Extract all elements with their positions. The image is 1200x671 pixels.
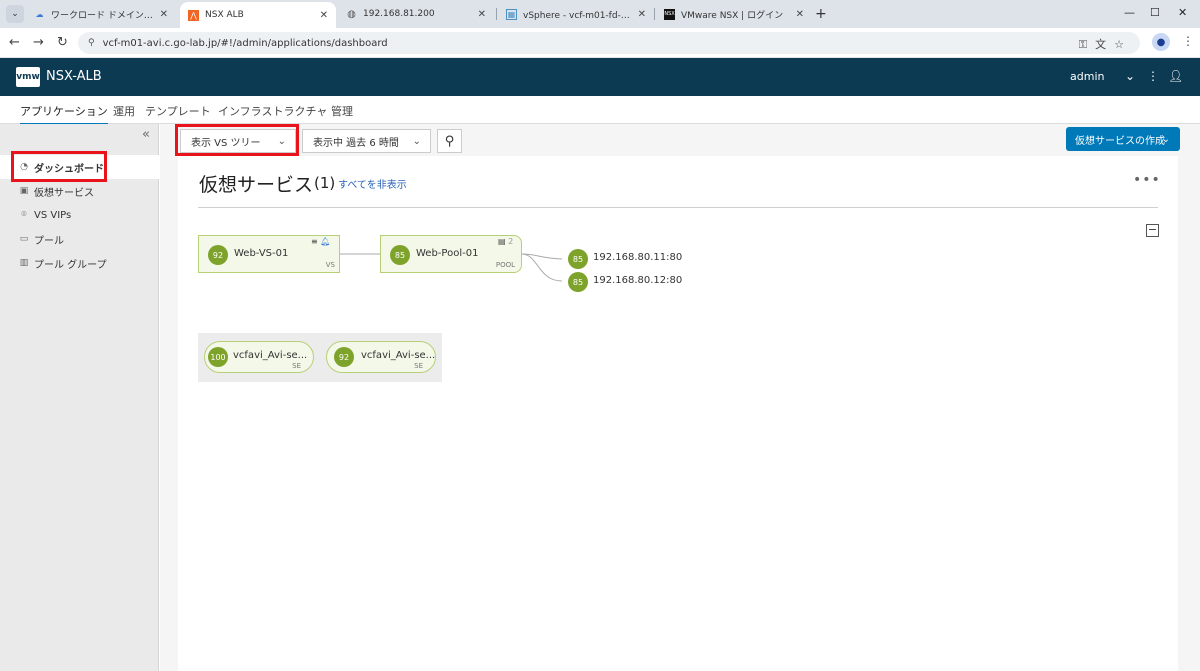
tab-search-icon[interactable]: ⌄ bbox=[6, 5, 24, 23]
server-ip[interactable]: 192.168.80.12:80 bbox=[593, 275, 682, 286]
chevron-down-icon[interactable]: ⌄ bbox=[1125, 69, 1135, 83]
chevron-down-icon: ⌄ bbox=[412, 135, 421, 147]
tab-close-icon[interactable]: ✕ bbox=[796, 9, 804, 20]
node-type-label: VS bbox=[325, 261, 335, 269]
highlight-box-dashboard bbox=[11, 151, 107, 182]
pool-icon: ▭ bbox=[19, 234, 29, 244]
health-score-badge: 85 bbox=[390, 245, 410, 265]
vs-name: Web-VS-01 bbox=[234, 248, 289, 259]
app-header: vmw NSX-ALB admin ⌄ ⋮ 👤︎ bbox=[0, 58, 1200, 96]
maximize-icon[interactable]: ☐ bbox=[1150, 6, 1160, 19]
tab-separator bbox=[654, 8, 655, 20]
browser-tab-vmware-nsx[interactable]: NSX VMware NSX | ログイン ✕ bbox=[656, 0, 812, 28]
highlight-box-view-select bbox=[175, 124, 299, 156]
health-score-badge: 92 bbox=[208, 245, 228, 265]
nsx-alb-favicon-icon: ⋀ bbox=[188, 9, 199, 21]
app-title: NSX-ALB bbox=[46, 69, 102, 84]
site-info-icon[interactable]: ⚲ bbox=[88, 38, 95, 48]
pool-group-icon: ▥ bbox=[19, 258, 29, 268]
create-virtual-service-button[interactable]: 仮想サービスの作成 ⌄ bbox=[1066, 127, 1180, 151]
more-vertical-icon[interactable]: ⋮ bbox=[1147, 69, 1159, 83]
health-score-badge: 100 bbox=[208, 347, 228, 367]
node-type-label: SE bbox=[414, 362, 423, 370]
location-pin-icon: ⌾ bbox=[21, 210, 27, 220]
browser-tab-ip[interactable]: ◍ 192.168.81.200 ✕ bbox=[338, 0, 494, 28]
sidebar: « ◔ ダッシュボード ▣ 仮想サービス ⌾ VS VIPs ▭ プール ▥ プ… bbox=[0, 124, 159, 671]
service-engine-area: 100 vcfavi_Avi-se... SE 92 vcfavi_Avi-se… bbox=[198, 333, 442, 382]
user-icon[interactable]: 👤︎ bbox=[1168, 69, 1183, 83]
pool-name: Web-Pool-01 bbox=[416, 248, 479, 259]
forward-icon[interactable]: → bbox=[33, 35, 44, 50]
browser-tab-vsphere[interactable]: ▦ vSphere - vcf-m01-fd-avi-se - 仮 ✕ bbox=[498, 0, 654, 28]
health-score-badge: 92 bbox=[334, 347, 354, 367]
server-health-badge[interactable]: 85 bbox=[568, 249, 588, 269]
nav-infrastructure[interactable]: インフラストラクチャ bbox=[218, 103, 327, 119]
sidebar-item-pool-groups[interactable]: ▥ プール グループ bbox=[0, 251, 159, 275]
se-name: vcfavi_Avi-se... bbox=[361, 350, 436, 361]
search-button[interactable]: ⚲ bbox=[437, 129, 462, 153]
search-icon: ⚲ bbox=[444, 133, 455, 149]
vs-node-web-vs-01[interactable]: 92 Web-VS-01 ≡ 🔔︎ VS bbox=[198, 235, 340, 273]
cloud-icon: ☁ bbox=[35, 9, 44, 19]
se-name: vcfavi_Avi-se... bbox=[233, 350, 308, 361]
nav-applications[interactable]: アプリケーション bbox=[20, 103, 108, 126]
collapse-sidebar-icon[interactable]: « bbox=[142, 127, 150, 142]
browser-tab-strip: ⌄ ☁ ワークロード ドメイン - サマリ ✕ ⋀ NSX ALB ✕ ◍ 19… bbox=[0, 0, 1200, 28]
nav-templates[interactable]: テンプレート bbox=[145, 103, 211, 119]
server-icon: ▤ bbox=[498, 237, 506, 246]
server-ip[interactable]: 192.168.80.11:80 bbox=[593, 252, 682, 263]
chevron-down-icon: ⌄ bbox=[1161, 133, 1170, 145]
translate-icon[interactable]: 文 bbox=[1095, 38, 1114, 51]
time-range-dropdown[interactable]: 表示中 過去 6 時間 ⌄ bbox=[302, 129, 431, 153]
node-type-label: POOL bbox=[495, 261, 515, 269]
user-menu[interactable]: admin bbox=[1070, 70, 1104, 83]
profile-avatar-icon[interactable]: ● bbox=[1152, 33, 1170, 51]
service-engine-node[interactable]: 92 vcfavi_Avi-se... SE bbox=[326, 341, 436, 373]
new-tab-icon[interactable]: + bbox=[815, 6, 827, 22]
sidebar-item-pools[interactable]: ▭ プール bbox=[0, 227, 159, 251]
pool-node-web-pool-01[interactable]: 85 Web-Pool-01 ▤ 2 POOL bbox=[380, 235, 522, 273]
globe-icon: ◍ bbox=[347, 8, 356, 20]
content-area: 表示 VS ツリー ⌄ 表示中 過去 6 時間 ⌄ ⚲ 仮想サービスの作成 ⌄ … bbox=[160, 124, 1200, 671]
vsphere-icon: ▦ bbox=[506, 8, 517, 20]
bell-icon: 🔔︎ bbox=[320, 237, 331, 246]
tab-close-icon[interactable]: ✕ bbox=[478, 9, 486, 20]
service-engine-node[interactable]: 100 vcfavi_Avi-se... SE bbox=[204, 341, 314, 373]
browser-menu-icon[interactable]: ⋮ bbox=[1182, 34, 1194, 48]
sidebar-item-vs-vips[interactable]: ⌾ VS VIPs bbox=[0, 203, 159, 227]
tab-separator bbox=[496, 8, 497, 20]
vmw-logo: vmw bbox=[16, 67, 40, 87]
server-health-badge[interactable]: 85 bbox=[568, 272, 588, 292]
back-icon[interactable]: ← bbox=[9, 35, 20, 50]
minimize-icon[interactable]: — bbox=[1124, 6, 1135, 19]
tab-close-icon[interactable]: ✕ bbox=[320, 10, 328, 21]
bookmark-star-icon[interactable]: ☆ bbox=[1114, 38, 1132, 51]
url-bar[interactable]: ⚲ vcf-m01-avi.c.go-lab.jp/#!/admin/appli… bbox=[78, 32, 1140, 54]
url-text: vcf-m01-avi.c.go-lab.jp/#!/admin/applica… bbox=[102, 37, 388, 49]
tab-close-icon[interactable]: ✕ bbox=[638, 9, 646, 20]
pool-server-count: ▤ 2 bbox=[498, 237, 514, 246]
password-key-icon[interactable]: ⚿ bbox=[1079, 38, 1095, 51]
nav-administration[interactable]: 管理 bbox=[331, 103, 353, 119]
sidebar-item-virtual-services[interactable]: ▣ 仮想サービス bbox=[0, 179, 159, 203]
browser-tab-nsx-alb[interactable]: ⋀ NSX ALB ✕ bbox=[180, 2, 336, 28]
window-close-icon[interactable]: ✕ bbox=[1178, 6, 1187, 19]
virtual-services-panel: 仮想サービス (1) すべてを非表示 ••• − 92 Web-VS-01 ≡ … bbox=[178, 156, 1178, 671]
main-nav: アプリケーション 運用 テンプレート インフラストラクチャ 管理 bbox=[0, 96, 1200, 126]
nav-operations[interactable]: 運用 bbox=[113, 103, 135, 119]
tab-close-icon[interactable]: ✕ bbox=[160, 9, 168, 20]
vs-status-icons: ≡ 🔔︎ bbox=[311, 237, 330, 246]
url-action-icons: ⚿文☆ bbox=[1079, 36, 1132, 52]
database-icon: ≡ bbox=[311, 237, 318, 246]
browser-tab-workload-domain[interactable]: ☁ ワークロード ドメイン - サマリ ✕ bbox=[26, 0, 176, 28]
node-type-label: SE bbox=[292, 362, 301, 370]
vmware-nsx-icon: NSX bbox=[664, 8, 675, 20]
address-bar-row: ← → ↻ ⚲ vcf-m01-avi.c.go-lab.jp/#!/admin… bbox=[0, 28, 1200, 58]
virtual-service-icon: ▣ bbox=[19, 186, 29, 196]
reload-icon[interactable]: ↻ bbox=[57, 35, 68, 50]
